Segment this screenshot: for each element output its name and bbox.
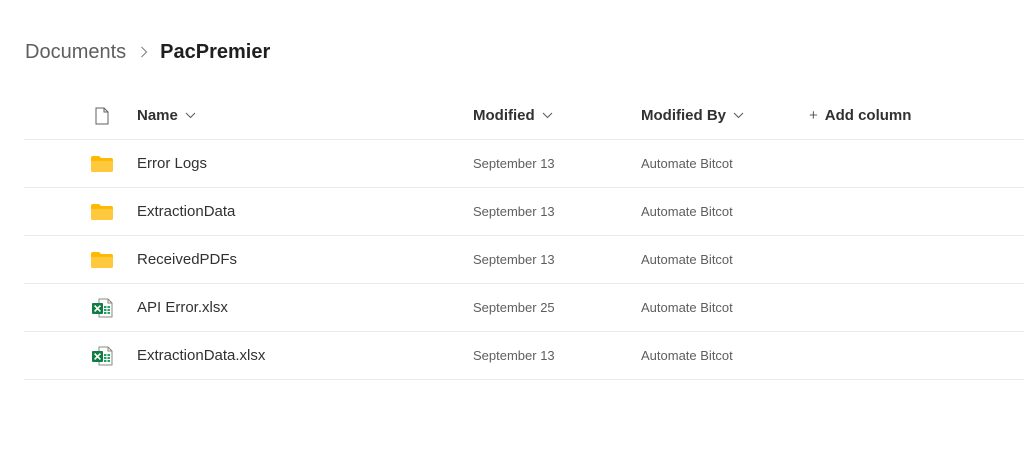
file-name-link[interactable]: ExtractionData xyxy=(137,203,235,220)
chevron-down-icon xyxy=(185,112,196,119)
modified-by[interactable]: Automate Bitcot xyxy=(641,204,733,219)
column-header-modified-label: Modified xyxy=(473,107,535,124)
plus-icon: + xyxy=(809,107,818,124)
column-header-name[interactable]: Name xyxy=(137,107,196,124)
column-header-modified-by-label: Modified By xyxy=(641,107,726,124)
file-list: Name Modified Modified By + Add column E… xyxy=(24,92,1024,380)
list-header: Name Modified Modified By + Add column xyxy=(24,92,1024,140)
file-name-link[interactable]: Error Logs xyxy=(137,155,207,172)
folder-icon xyxy=(90,248,114,272)
breadcrumb: Documents PacPremier xyxy=(25,38,270,66)
modified-date: September 13 xyxy=(473,252,555,267)
table-row[interactable]: ExtractionData September 13 Automate Bit… xyxy=(24,188,1024,236)
file-type-icon[interactable] xyxy=(90,104,114,128)
modified-date: September 25 xyxy=(473,300,555,315)
add-column-label: Add column xyxy=(824,107,912,124)
breadcrumb-documents-link[interactable]: Documents xyxy=(25,41,126,64)
chevron-right-icon xyxy=(140,46,148,58)
file-name-link[interactable]: ExtractionData.xlsx xyxy=(137,347,265,364)
folder-icon xyxy=(90,152,114,176)
document-library: Documents PacPremier Name Modified Modif… xyxy=(0,0,1024,454)
modified-date: September 13 xyxy=(473,156,555,171)
folder-icon xyxy=(90,200,114,224)
modified-by[interactable]: Automate Bitcot xyxy=(641,348,733,363)
file-name-link[interactable]: ReceivedPDFs xyxy=(137,251,237,268)
file-name-link[interactable]: API Error.xlsx xyxy=(137,299,228,316)
add-column-button[interactable]: + Add column xyxy=(809,107,911,124)
chevron-down-icon xyxy=(733,112,744,119)
modified-by[interactable]: Automate Bitcot xyxy=(641,156,733,171)
column-header-name-label: Name xyxy=(137,107,178,124)
breadcrumb-current-folder: PacPremier xyxy=(160,40,271,63)
table-row[interactable]: API Error.xlsx September 25 Automate Bit… xyxy=(24,284,1024,332)
table-row[interactable]: ReceivedPDFs September 13 Automate Bitco… xyxy=(24,236,1024,284)
modified-by[interactable]: Automate Bitcot xyxy=(641,252,733,267)
excel-file-icon xyxy=(90,296,114,320)
modified-date: September 13 xyxy=(473,204,555,219)
column-header-modified-by[interactable]: Modified By xyxy=(641,107,744,124)
table-row[interactable]: ExtractionData.xlsx September 13 Automat… xyxy=(24,332,1024,380)
table-row[interactable]: Error Logs September 13 Automate Bitcot xyxy=(24,140,1024,188)
column-header-modified[interactable]: Modified xyxy=(473,107,553,124)
modified-by[interactable]: Automate Bitcot xyxy=(641,300,733,315)
excel-file-icon xyxy=(90,344,114,368)
modified-date: September 13 xyxy=(473,348,555,363)
chevron-down-icon xyxy=(542,112,553,119)
